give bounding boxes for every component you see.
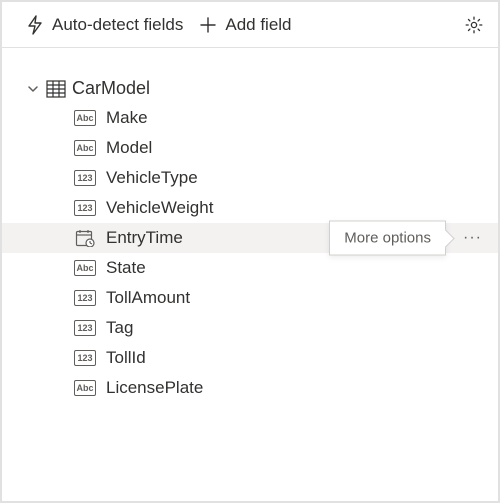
field-label: VehicleWeight: [106, 198, 213, 218]
text-type-icon: Abc: [74, 140, 96, 156]
text-type-icon: Abc: [74, 110, 96, 126]
number-type-icon: 123: [74, 350, 96, 366]
field-label: Model: [106, 138, 152, 158]
text-type-icon: Abc: [74, 260, 96, 276]
field-row[interactable]: 123 Tag: [2, 313, 498, 343]
number-type-icon: 123: [74, 170, 96, 186]
field-label: VehicleType: [106, 168, 198, 188]
field-label: State: [106, 258, 146, 278]
field-label: LicensePlate: [106, 378, 203, 398]
datetime-type-icon: [74, 229, 96, 247]
field-label: TollId: [106, 348, 146, 368]
field-row[interactable]: EntryTime More options ···: [2, 223, 498, 253]
settings-button[interactable]: [464, 15, 484, 35]
text-type-icon: Abc: [74, 380, 96, 396]
lightning-icon: [26, 15, 44, 35]
field-row[interactable]: Abc State: [2, 253, 498, 283]
field-label: Tag: [106, 318, 133, 338]
field-label: Make: [106, 108, 148, 128]
more-options-button[interactable]: ···: [463, 229, 482, 247]
plus-icon: [199, 16, 217, 34]
field-row[interactable]: 123 TollId: [2, 343, 498, 373]
gear-icon: [464, 15, 484, 35]
field-row[interactable]: Abc LicensePlate: [2, 373, 498, 403]
tree-parent-label: CarModel: [72, 78, 150, 99]
auto-detect-label: Auto-detect fields: [52, 15, 183, 35]
chevron-down-icon: [26, 82, 40, 96]
toolbar: Auto-detect fields Add field: [2, 2, 498, 48]
field-label: TollAmount: [106, 288, 190, 308]
field-row[interactable]: Abc Model: [2, 133, 498, 163]
field-label: EntryTime: [106, 228, 183, 248]
field-row[interactable]: Abc Make: [2, 103, 498, 133]
fields-panel: Auto-detect fields Add field: [0, 0, 500, 503]
tree-parent-row[interactable]: CarModel: [2, 74, 498, 103]
more-options-tooltip: More options: [329, 221, 446, 256]
number-type-icon: 123: [74, 200, 96, 216]
number-type-icon: 123: [74, 290, 96, 306]
table-icon: [46, 80, 66, 98]
field-row[interactable]: 123 TollAmount: [2, 283, 498, 313]
fields-tree: CarModel AbcMakeAbcModel123VehicleType12…: [2, 48, 498, 403]
ellipsis-icon: ···: [463, 229, 482, 246]
number-type-icon: 123: [74, 320, 96, 336]
field-row[interactable]: 123 VehicleWeight: [2, 193, 498, 223]
add-field-label: Add field: [225, 15, 291, 35]
auto-detect-fields-button[interactable]: Auto-detect fields: [22, 13, 187, 37]
add-field-button[interactable]: Add field: [195, 13, 295, 37]
field-row[interactable]: 123 VehicleType: [2, 163, 498, 193]
